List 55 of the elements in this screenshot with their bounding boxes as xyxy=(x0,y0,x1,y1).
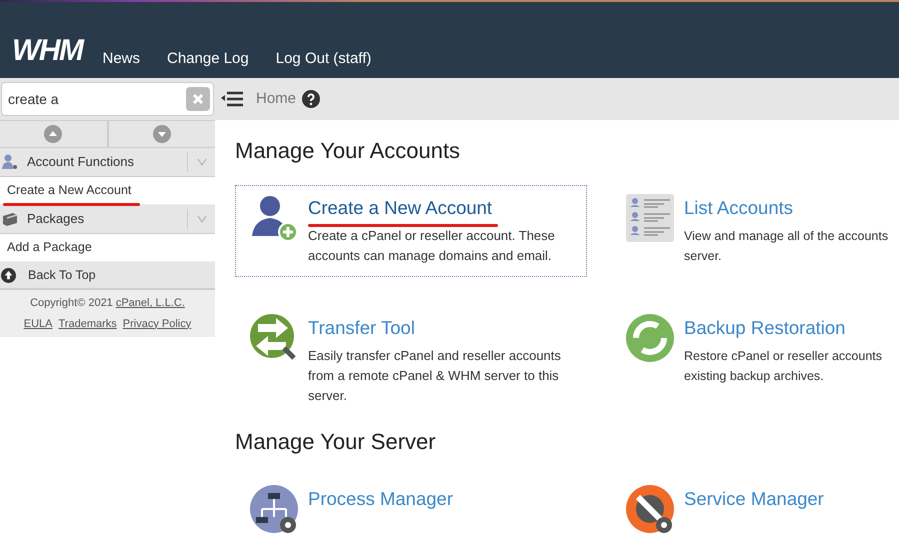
sidebar-group-title: Account Functions xyxy=(27,153,135,172)
app-title[interactable]: List Accounts xyxy=(684,197,794,218)
transfer-arrows-icon xyxy=(250,314,298,362)
nav-link[interactable]: Log Out (staff) xyxy=(276,51,372,66)
chevron-down-icon xyxy=(152,125,171,143)
contact-list-icon xyxy=(626,194,674,242)
nav-link[interactable]: Change Log xyxy=(167,51,249,66)
section-heading: Manage Your Accounts xyxy=(235,137,462,165)
app-card[interactable]: Process Manager xyxy=(235,476,587,538)
close-icon xyxy=(192,93,204,105)
section-heading: Manage Your Server xyxy=(235,428,437,456)
footer-link[interactable]: EULA xyxy=(24,316,52,332)
back-to-top-button[interactable]: Back To Top xyxy=(0,262,215,290)
package-icon xyxy=(2,211,18,227)
wrench-gear-icon xyxy=(626,485,674,533)
app-title[interactable]: Transfer Tool xyxy=(308,317,415,338)
app-description: existing backup archives. xyxy=(684,368,825,385)
app-title[interactable]: Service Manager xyxy=(684,488,824,509)
user-gear-icon xyxy=(2,154,18,170)
sidebar-group-header[interactable]: Packages xyxy=(0,205,215,234)
user-add-icon xyxy=(250,194,298,242)
clear-search-button[interactable] xyxy=(186,87,210,111)
sidebar-link[interactable]: Add a Package xyxy=(0,238,92,257)
nav-link[interactable]: News xyxy=(102,51,140,66)
sidebar-link[interactable]: Create a New Account xyxy=(0,181,132,200)
app-title[interactable]: Create a New Account xyxy=(308,197,492,218)
breadcrumb-link[interactable]: Home xyxy=(256,88,296,110)
process-tree-icon xyxy=(250,485,298,533)
app-title[interactable]: Backup Restoration xyxy=(684,317,846,338)
app-card[interactable]: Transfer Tool Easily transfer cPanel and reseller accounts from a remote cPanel & WHM server to this server. xyxy=(235,305,587,417)
collapse-menu-icon[interactable] xyxy=(221,91,243,107)
app-card[interactable]: Backup Restoration Restore cPanel or reseller accounts existing backup archives. xyxy=(611,305,899,417)
arrow-up-icon xyxy=(1,268,16,282)
company-link[interactable]: cPanel, L.L.C. xyxy=(116,295,185,312)
search-field[interactable]: create a xyxy=(1,82,214,116)
app-description: View and manage all of the accounts xyxy=(684,228,888,245)
app-card[interactable]: Service Manager xyxy=(611,476,899,538)
help-icon[interactable] xyxy=(302,90,320,108)
app-description: Easily transfer cPanel and reseller accounts from a remote cPanel & WHM server to this server. xyxy=(308,347,562,405)
logo[interactable]: WHM xyxy=(12,36,82,66)
app-description: Create a cPanel or reseller account. These accounts can manage domains and email. xyxy=(308,227,556,265)
expand-icon[interactable] xyxy=(197,215,207,223)
app-description: Restore cPanel or reseller accounts xyxy=(684,348,882,365)
copyright-text: Copyright© 2021 xyxy=(30,296,113,311)
refresh-icon xyxy=(626,314,674,362)
sidebar-group-header[interactable]: Account Functions xyxy=(0,148,215,177)
chevron-up-icon xyxy=(44,125,62,143)
expand-icon[interactable] xyxy=(197,158,207,166)
footer-link[interactable]: Privacy Policy xyxy=(122,316,192,332)
app-card[interactable]: Create a New Account Create a cPanel or reseller account. These accounts can manage domains and email. xyxy=(235,185,587,277)
sidebar-group-title: Packages xyxy=(27,210,86,228)
app-card[interactable]: List Accounts View and manage all of the accounts server. xyxy=(611,185,899,277)
app-description: server. xyxy=(684,248,723,265)
footer-link[interactable]: Trademarks xyxy=(58,316,117,332)
app-title[interactable]: Process Manager xyxy=(308,488,453,509)
